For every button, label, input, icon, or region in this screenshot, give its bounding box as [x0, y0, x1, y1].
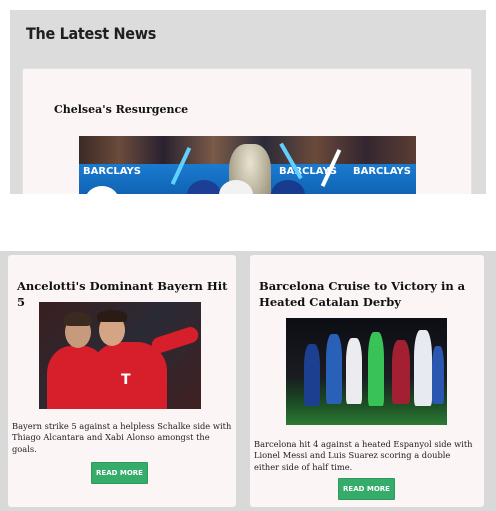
article-card[interactable]: Barcelona Cruise to Victory in a Heated … [250, 255, 484, 507]
player-shape [414, 330, 432, 406]
player-hair [64, 312, 92, 326]
player-shape [346, 338, 362, 404]
sponsor-board-text: BARCLAYS [353, 166, 411, 177]
section-title: The Latest News [26, 24, 157, 43]
player-hair [97, 310, 127, 322]
barcelona-espanyol-photo[interactable] [286, 318, 447, 425]
player-shape [304, 344, 320, 406]
news-grid: Ancelotti's Dominant Bayern Hit 5 T Baye… [0, 251, 496, 511]
article-excerpt: Bayern strike 5 against a helpless Schal… [12, 421, 232, 454]
featured-article-card[interactable]: Chelsea's Resurgence BARCLAYS BARCLAYS B… [22, 68, 472, 194]
trophy-celebration-photo[interactable]: BARCLAYS BARCLAYS BARCLAYS [79, 136, 416, 194]
player-shape [432, 346, 444, 404]
article-title[interactable]: Barcelona Cruise to Victory in a Heated … [259, 278, 475, 310]
latest-news-section: The Latest News Chelsea's Resurgence BAR… [10, 10, 486, 194]
bayern-players-photo[interactable]: T [39, 302, 201, 409]
sponsor-board-text: BARCLAYS [83, 166, 141, 177]
sponsor-logo: T [121, 372, 131, 388]
article-excerpt: Barcelona hit 4 against a heated Espanyo… [254, 439, 473, 472]
article-card[interactable]: Ancelotti's Dominant Bayern Hit 5 T Baye… [8, 255, 236, 507]
read-more-button[interactable]: READ MORE [338, 478, 395, 500]
read-more-button[interactable]: READ MORE [91, 462, 148, 484]
player-shape [326, 334, 342, 404]
featured-article-title[interactable]: Chelsea's Resurgence [54, 103, 188, 116]
player-shape [368, 332, 384, 406]
player-shape [392, 340, 410, 404]
